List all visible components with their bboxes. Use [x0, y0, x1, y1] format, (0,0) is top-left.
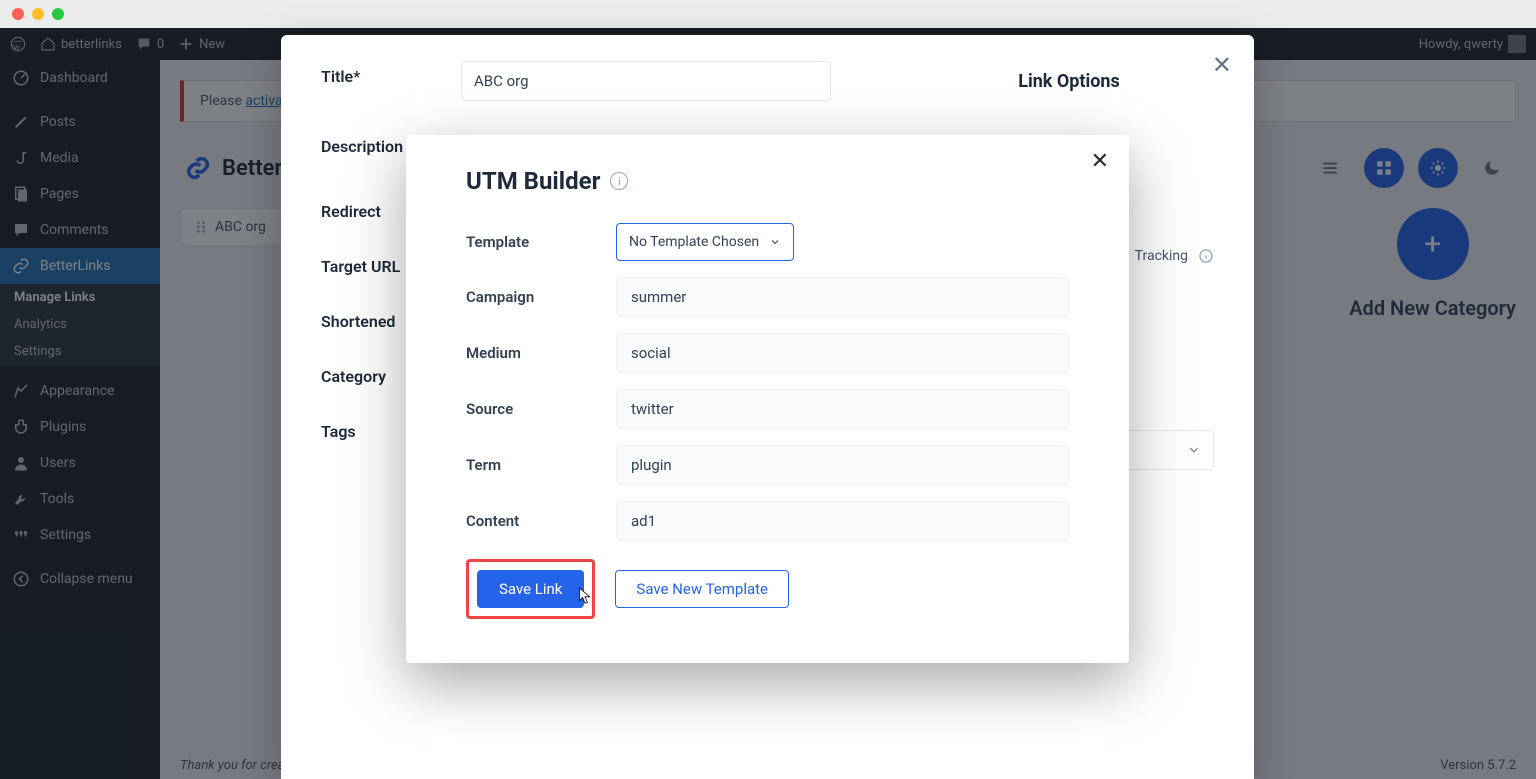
- info-icon: [1198, 248, 1214, 264]
- utm-title-text: UTM Builder: [466, 167, 600, 195]
- utm-template-select[interactable]: No Template Chosen: [616, 223, 794, 261]
- utm-content-input[interactable]: [616, 501, 1069, 541]
- title-value: ABC org: [474, 72, 529, 90]
- info-icon[interactable]: i: [610, 172, 628, 190]
- link-option-tracking-label: Tracking: [1135, 248, 1188, 264]
- utm-template-label: Template: [466, 233, 596, 251]
- utm-builder-modal: ✕ UTM Builder i Template No Template Cho…: [406, 135, 1129, 663]
- utm-term-input[interactable]: [616, 445, 1069, 485]
- chevron-down-icon: [1187, 443, 1201, 457]
- utm-campaign-label: Campaign: [466, 288, 596, 306]
- utm-source-input[interactable]: [616, 389, 1069, 429]
- utm-term-label: Term: [466, 456, 596, 474]
- utm-content-label: Content: [466, 512, 596, 530]
- save-link-highlight: Save Link: [466, 559, 595, 619]
- utm-template-value: No Template Chosen: [629, 234, 759, 250]
- title-label: Title*: [321, 61, 441, 86]
- close-utm-modal-button[interactable]: ✕: [1091, 149, 1109, 174]
- utm-medium-input[interactable]: [616, 333, 1069, 373]
- save-link-button[interactable]: Save Link: [477, 570, 584, 608]
- title-input[interactable]: ABC org: [461, 61, 831, 101]
- close-modal-button[interactable]: ✕: [1212, 51, 1232, 79]
- save-new-template-button[interactable]: Save New Template: [615, 570, 789, 608]
- utm-source-label: Source: [466, 400, 596, 418]
- link-options-heading: Link Options: [924, 61, 1214, 112]
- chevron-down-icon: [769, 236, 781, 248]
- utm-medium-label: Medium: [466, 344, 596, 362]
- mac-min-dot[interactable]: [32, 8, 44, 20]
- mac-titlebar: [0, 0, 1536, 28]
- mac-max-dot[interactable]: [52, 8, 64, 20]
- mac-close-dot[interactable]: [12, 8, 24, 20]
- utm-campaign-input[interactable]: [616, 277, 1069, 317]
